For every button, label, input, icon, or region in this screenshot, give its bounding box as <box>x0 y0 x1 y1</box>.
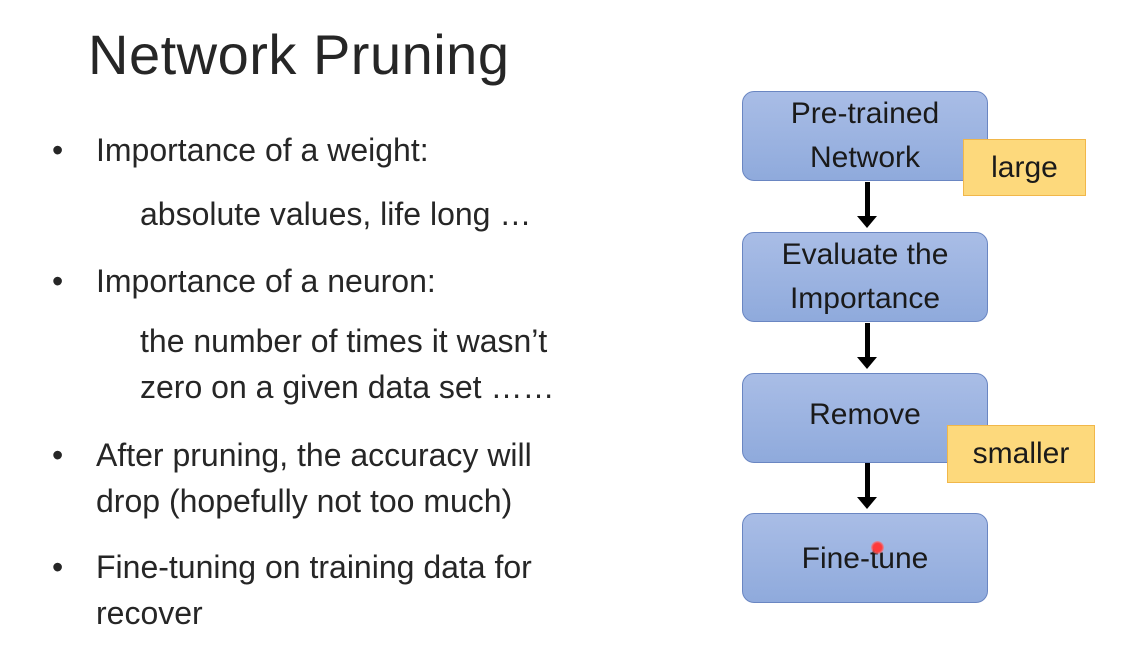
step-label-line: Evaluate the <box>781 238 949 271</box>
tag-large: large <box>963 139 1086 196</box>
step-label: Pre-trained Network <box>791 92 939 180</box>
bullet-marker: • <box>52 132 64 168</box>
bullet-text: Importance of a weight: <box>96 132 429 168</box>
bullet-text: Importance of a neuron: <box>96 263 436 299</box>
bullet-marker: • <box>52 437 64 473</box>
arrow-down-icon <box>857 463 877 509</box>
step-label-line: Importance <box>789 282 941 315</box>
slide-title: Network Pruning <box>88 23 510 86</box>
step-label: Fine-tune <box>801 542 929 575</box>
bullet-text-line: Fine-tuning on training data for <box>96 549 532 585</box>
tag-smaller: smaller <box>947 425 1095 483</box>
bullet-subtext: absolute values, life long … <box>140 196 532 232</box>
bullet-text-line: After pruning, the accuracy will <box>96 437 532 473</box>
step-label-line: Pre-trained <box>790 97 940 130</box>
step-pretrained-network: Pre-trained Network <box>742 91 988 181</box>
arrow-down-icon <box>857 182 877 228</box>
step-evaluate-importance: Evaluate the Importance <box>742 232 988 322</box>
step-label: Remove <box>809 398 921 431</box>
bullet-marker: • <box>52 263 64 299</box>
laser-pointer-icon <box>871 541 884 554</box>
step-fine-tune: Fine-tune <box>742 513 988 603</box>
step-label-line: Network <box>809 141 921 174</box>
bullet-text-line: recover <box>96 595 203 631</box>
bullet-text-line: drop (hopefully not too much) <box>96 483 513 519</box>
bullet-subtext: the number of times it wasn’t <box>140 323 548 359</box>
arrow-down-icon <box>857 323 877 369</box>
bullet-marker: • <box>52 549 64 585</box>
bullet-subtext: zero on a given data set …… <box>140 369 555 405</box>
step-label: Evaluate the Importance <box>782 233 949 321</box>
